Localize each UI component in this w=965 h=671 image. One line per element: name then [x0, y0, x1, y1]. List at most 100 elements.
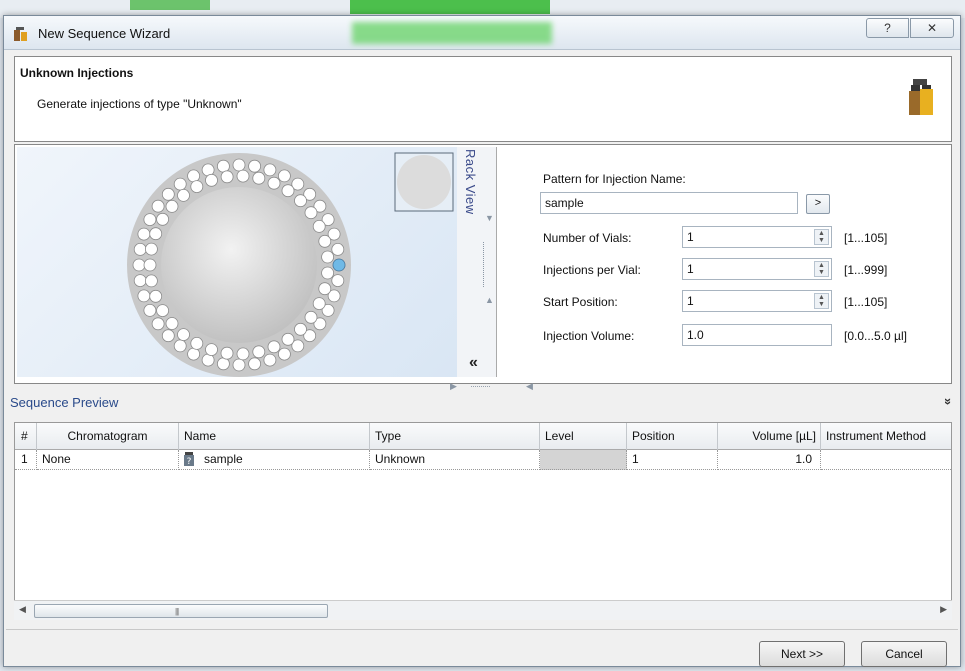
splitter-grip[interactable] — [483, 242, 485, 287]
vial-position[interactable] — [144, 242, 158, 256]
vial-position[interactable] — [248, 159, 262, 173]
start-position-spinner[interactable]: ▲ ▼ — [814, 293, 829, 309]
column-header[interactable]: Chromatogram — [37, 423, 179, 450]
vial-position[interactable] — [190, 336, 204, 350]
vial-position[interactable] — [151, 317, 165, 331]
vial-position[interactable] — [236, 347, 250, 361]
vial-position[interactable] — [144, 274, 158, 288]
vial-position[interactable] — [248, 357, 262, 371]
vial-position[interactable] — [220, 170, 234, 184]
pattern-input[interactable]: sample — [540, 192, 798, 214]
close-button[interactable]: ✕ — [910, 18, 954, 38]
vial-position[interactable] — [321, 250, 335, 264]
volume-cell[interactable]: 1.0 — [718, 450, 821, 470]
type-cell[interactable]: Unknown — [370, 450, 540, 470]
table-row[interactable]: 1 None ? sample Unknown 1 1.0 — [15, 450, 951, 470]
vial-position[interactable] — [220, 346, 234, 360]
vial-position[interactable] — [161, 187, 175, 201]
vial-position[interactable] — [187, 347, 201, 361]
vial-position[interactable] — [133, 274, 147, 288]
vial-position[interactable] — [149, 227, 163, 241]
vial-position[interactable] — [165, 200, 179, 213]
vial-position[interactable] — [133, 243, 147, 256]
vial-position[interactable] — [294, 194, 307, 208]
vial-position[interactable] — [177, 189, 190, 202]
selected-vial-position[interactable] — [332, 258, 346, 272]
vial-position[interactable] — [331, 243, 345, 256]
vial-position[interactable] — [312, 297, 326, 311]
vial-position[interactable] — [263, 163, 277, 177]
vial-position[interactable] — [321, 266, 335, 280]
vial-position[interactable] — [267, 176, 281, 190]
volume-input[interactable]: 1.0 — [682, 324, 832, 346]
vial-position[interactable] — [263, 353, 277, 367]
vial-position[interactable] — [304, 206, 318, 220]
chromatogram-cell[interactable]: None — [37, 450, 179, 470]
column-header[interactable]: Volume [µL] — [718, 423, 821, 450]
help-button[interactable]: ? — [866, 18, 909, 38]
vial-position[interactable] — [143, 258, 157, 272]
vial-position[interactable] — [137, 289, 151, 303]
injections-input[interactable]: 1 ▲ ▼ — [682, 258, 832, 280]
vial-position[interactable] — [173, 177, 187, 191]
vial-position[interactable] — [318, 282, 332, 296]
vial-position[interactable] — [277, 169, 291, 183]
vial-position[interactable] — [318, 234, 332, 248]
scroll-right-icon[interactable]: ▶ — [940, 604, 947, 615]
vial-position[interactable] — [143, 213, 157, 226]
start-position-input[interactable]: 1 ▲ ▼ — [682, 290, 832, 312]
vial-position[interactable] — [252, 171, 266, 185]
vial-position[interactable] — [137, 227, 151, 241]
vial-position[interactable] — [267, 340, 281, 354]
scroll-left-icon[interactable]: ◀ — [19, 604, 26, 615]
vial-position[interactable] — [331, 274, 345, 288]
position-cell[interactable]: 1 — [627, 450, 718, 470]
vials-spinner[interactable]: ▲ ▼ — [814, 229, 829, 245]
vial-position[interactable] — [232, 358, 246, 372]
vial-position[interactable] — [294, 322, 307, 336]
vial-position[interactable] — [205, 343, 218, 357]
vial-position[interactable] — [132, 258, 146, 272]
vial-position[interactable] — [252, 345, 266, 359]
vial-position[interactable] — [156, 212, 170, 226]
name-cell[interactable]: ? sample — [179, 450, 370, 470]
column-header[interactable]: Position — [627, 423, 718, 450]
column-header[interactable]: Name — [179, 423, 370, 450]
scrollbar-thumb[interactable]: ||| — [34, 604, 328, 618]
column-header[interactable]: Instrument Method — [821, 423, 951, 450]
vial-position[interactable] — [304, 310, 318, 324]
horizontal-splitter[interactable]: ▶ ·········· ◀ — [14, 381, 952, 392]
collapse-rack-button[interactable]: « — [469, 354, 478, 372]
vial-position[interactable] — [187, 169, 201, 183]
vial-position[interactable] — [216, 357, 230, 371]
rack-view-toggle-strip[interactable]: Rack View ▼ ▲ « — [457, 147, 497, 377]
column-header[interactable]: Level — [540, 423, 627, 450]
vial-position[interactable] — [281, 184, 295, 198]
vial-position[interactable] — [205, 173, 218, 187]
vial-position[interactable] — [190, 180, 204, 193]
vial-position[interactable] — [161, 329, 175, 343]
vial-position[interactable] — [277, 347, 291, 361]
vial-position[interactable] — [173, 339, 187, 353]
vial-position[interactable] — [236, 169, 250, 183]
column-header[interactable]: Type — [370, 423, 540, 450]
column-header[interactable]: # — [15, 423, 37, 450]
pattern-insert-button[interactable]: > — [806, 194, 830, 214]
next-button[interactable]: Next >> — [759, 641, 845, 667]
vial-position[interactable] — [216, 159, 230, 173]
vial-position[interactable] — [151, 199, 165, 213]
vial-position[interactable] — [156, 304, 170, 318]
cancel-button[interactable]: Cancel — [861, 641, 947, 667]
horizontal-scrollbar[interactable]: ◀ ||| ▶ — [14, 600, 952, 620]
vial-position[interactable] — [165, 317, 179, 330]
vial-position[interactable] — [312, 220, 326, 233]
injections-spinner[interactable]: ▲ ▼ — [814, 261, 829, 277]
vial-position[interactable] — [177, 328, 190, 342]
vial-position[interactable] — [232, 158, 246, 172]
vials-input[interactable]: 1 ▲ ▼ — [682, 226, 832, 248]
collapse-preview-button[interactable]: » — [941, 394, 956, 409]
vial-position[interactable] — [143, 303, 157, 317]
vial-position[interactable] — [149, 289, 163, 303]
vial-position[interactable] — [281, 332, 295, 346]
instrument-method-cell[interactable] — [821, 450, 951, 470]
